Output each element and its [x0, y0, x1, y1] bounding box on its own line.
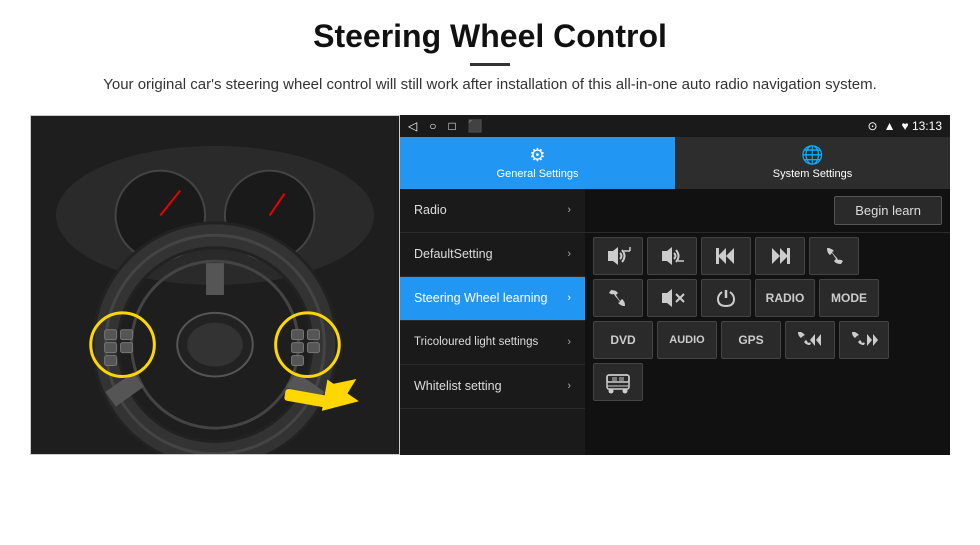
tab-general-label: General Settings [497, 168, 579, 180]
vol-down-icon [658, 245, 686, 267]
phone-next-button[interactable] [839, 321, 889, 359]
prev-track-button[interactable] [701, 237, 751, 275]
status-info: ⊙ ▲ ♥ 13:13 [868, 119, 942, 133]
chevron-icon-default: › [567, 248, 571, 260]
next-track-icon [768, 246, 792, 266]
control-grid: RADIO MODE DVD AUDIO GPS [585, 233, 950, 405]
menu-item-steering[interactable]: Steering Wheel learning › [400, 277, 585, 321]
vol-up-button[interactable] [593, 237, 643, 275]
phone-prev-icon [795, 330, 825, 350]
tab-bar: ⚙ General Settings 🌐 System Settings [400, 137, 950, 189]
control-row-2: RADIO MODE [593, 279, 942, 317]
right-panel: Begin learn [585, 189, 950, 455]
tab-system-settings[interactable]: 🌐 System Settings [675, 137, 950, 189]
system-settings-icon: 🌐 [801, 145, 823, 166]
menu-item-tricoloured[interactable]: Tricoloured light settings › [400, 321, 585, 365]
control-row-3: DVD AUDIO GPS [593, 321, 942, 359]
page-header: Steering Wheel Control Your original car… [0, 0, 980, 107]
menu-item-whitelist[interactable]: Whitelist setting › [400, 365, 585, 409]
chevron-icon-steering: › [567, 292, 571, 304]
begin-learn-row: Begin learn [585, 189, 950, 233]
begin-learn-button[interactable]: Begin learn [834, 196, 942, 225]
wifi-icon: ▲ [884, 119, 896, 133]
back-nav-icon[interactable]: ◁ [408, 119, 417, 133]
prev-track-icon [714, 246, 738, 266]
radio-text-button[interactable]: RADIO [755, 279, 815, 317]
hang-up-button[interactable] [593, 279, 643, 317]
screenshot-icon[interactable]: ⬛ [468, 119, 483, 133]
left-menu: Radio › DefaultSetting › Steering Wheel … [400, 189, 585, 455]
general-settings-icon: ⚙ [529, 145, 545, 166]
settings-content: Radio › DefaultSetting › Steering Wheel … [400, 189, 950, 455]
title-divider [470, 63, 510, 66]
mode-text-button[interactable]: MODE [819, 279, 879, 317]
main-content: ◁ ○ □ ⬛ ⊙ ▲ ♥ 13:13 ⚙ General Settings 🌐… [0, 115, 980, 455]
whitelist-icon-button[interactable] [593, 363, 643, 401]
status-bar: ◁ ○ □ ⬛ ⊙ ▲ ♥ 13:13 [400, 115, 950, 137]
power-button[interactable] [701, 279, 751, 317]
hang-up-icon [606, 287, 630, 309]
tab-general-settings[interactable]: ⚙ General Settings [400, 137, 675, 189]
control-row-1 [593, 237, 942, 275]
menu-item-radio[interactable]: Radio › [400, 189, 585, 233]
gps-text-button[interactable]: GPS [721, 321, 781, 359]
vol-down-button[interactable] [647, 237, 697, 275]
mute-button[interactable] [647, 279, 697, 317]
vol-up-icon [604, 245, 632, 267]
tab-system-label: System Settings [773, 168, 852, 180]
clock: ♥ 13:13 [902, 119, 943, 133]
phone-prev-button[interactable] [785, 321, 835, 359]
nav-icons: ◁ ○ □ ⬛ [408, 119, 483, 133]
whitelist-icon-row [593, 363, 942, 401]
phone-next-icon [849, 330, 879, 350]
audio-text-button[interactable]: AUDIO [657, 321, 717, 359]
mute-icon [658, 287, 686, 309]
chevron-icon-whitelist: › [567, 380, 571, 392]
menu-item-default[interactable]: DefaultSetting › [400, 233, 585, 277]
location-icon: ⊙ [868, 119, 878, 133]
steering-wheel-image [31, 116, 399, 454]
recents-nav-icon[interactable]: □ [448, 119, 455, 133]
power-icon [715, 287, 737, 309]
page-description: Your original car's steering wheel contr… [60, 74, 920, 97]
car-image-area [30, 115, 400, 455]
bus-icon [603, 367, 633, 397]
dvd-text-button[interactable]: DVD [593, 321, 653, 359]
page-title: Steering Wheel Control [60, 18, 920, 55]
android-screen: ◁ ○ □ ⬛ ⊙ ▲ ♥ 13:13 ⚙ General Settings 🌐… [400, 115, 950, 455]
home-nav-icon[interactable]: ○ [429, 119, 436, 133]
next-track-button[interactable] [755, 237, 805, 275]
chevron-icon-radio: › [567, 204, 571, 216]
chevron-icon-tricoloured: › [567, 336, 571, 348]
phone-answer-button[interactable] [809, 237, 859, 275]
phone-icon [822, 245, 846, 267]
